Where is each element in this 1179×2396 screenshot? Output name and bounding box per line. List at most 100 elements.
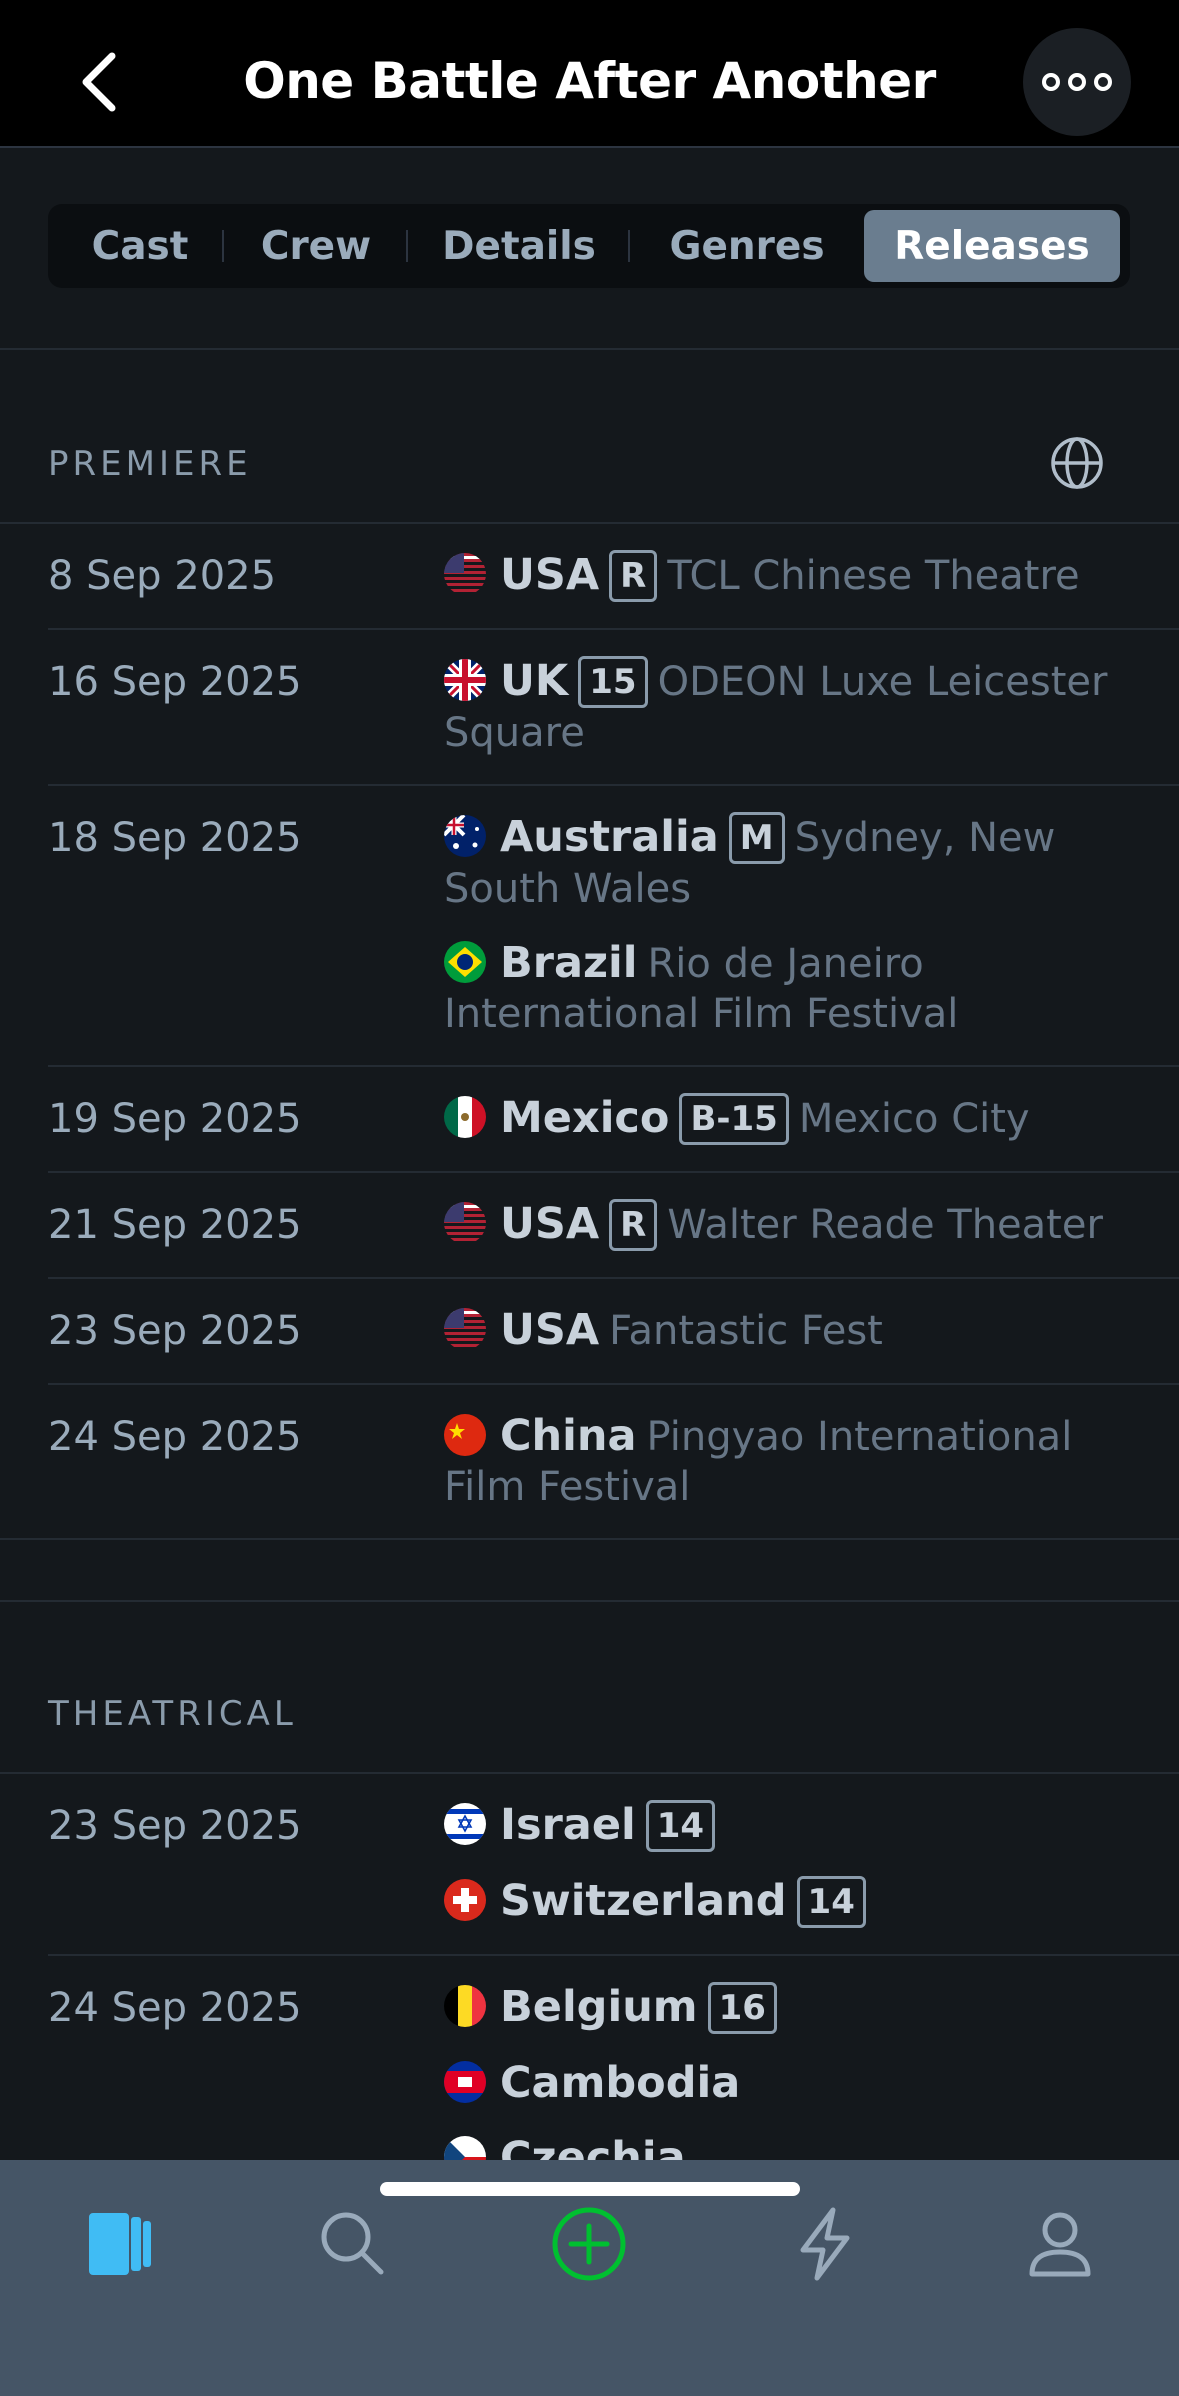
release-row: 19 Sep 2025 Mexico B-15 Mexico City	[48, 1067, 1179, 1173]
tab-genres[interactable]: Genres	[630, 210, 864, 282]
nav-search[interactable]	[303, 2194, 403, 2294]
release-note: TCL Chinese Theatre	[667, 553, 1080, 599]
release-entries: UK 15 ODEON Luxe Leicester Square	[444, 656, 1179, 758]
flag-china-icon	[444, 1414, 486, 1456]
release-entries: Australia M Sydney, New South Wales Brazil R…	[444, 812, 1179, 1039]
certification-badge: R	[609, 1199, 658, 1251]
release-entry[interactable]: USA R Walter Reade Theater	[444, 1199, 1119, 1251]
flag-usa-icon	[444, 1308, 486, 1350]
release-date: 18 Sep 2025	[48, 815, 302, 861]
release-entry[interactable]: Mexico B-15 Mexico City	[444, 1093, 1119, 1145]
nav-add[interactable]	[539, 2194, 639, 2294]
release-date: 24 Sep 2025	[48, 1985, 302, 2031]
flag-switzerland-icon	[444, 1879, 486, 1921]
release-entry[interactable]: USA Fantastic Fest	[444, 1305, 1119, 1356]
country-name: Israel	[500, 1800, 636, 1850]
theatrical-rows: 23 Sep 2025 Israel 14 Switzerland 14 24 Sep 2…	[0, 1774, 1179, 2212]
release-entry[interactable]: Brazil Rio de Janeiro International Film …	[444, 938, 1119, 1039]
section-label: THEATRICAL	[48, 1694, 297, 1734]
more-dot	[1094, 73, 1112, 91]
more-dots-icon	[1042, 73, 1060, 91]
release-row: 21 Sep 2025 USA R Walter Reade Theater	[48, 1173, 1179, 1279]
premiere-section-header: PREMIERE	[0, 352, 1179, 524]
country-name: China	[500, 1411, 637, 1461]
release-date: 21 Sep 2025	[48, 1202, 302, 1248]
certification-badge: 14	[796, 1876, 866, 1928]
flag-cambodia-icon	[444, 2061, 486, 2103]
certification-badge: R	[609, 550, 658, 602]
back-button[interactable]	[70, 50, 130, 114]
nav-profile[interactable]	[1010, 2194, 1110, 2294]
country-name: Mexico	[500, 1093, 670, 1143]
flag-israel-icon	[444, 1803, 486, 1845]
release-note: Fantastic Fest	[609, 1308, 883, 1354]
release-entries: USA Fantastic Fest	[444, 1305, 1179, 1357]
nav-films[interactable]	[68, 2194, 168, 2294]
search-icon	[321, 2212, 384, 2275]
release-entry[interactable]: Cambodia	[444, 2058, 1119, 2109]
release-entries: Belgium 16 Cambodia Czechia	[444, 1982, 1179, 2184]
release-entry[interactable]: China Pingyao International Film Festival	[444, 1411, 1119, 1512]
flag-brazil-icon	[444, 941, 486, 983]
release-entry[interactable]: Australia M Sydney, New South Wales	[444, 812, 1119, 914]
theatrical-section-header: THEATRICAL	[0, 1600, 1179, 1774]
country-name: Belgium	[500, 1982, 698, 2032]
country-name: USA	[500, 1305, 600, 1355]
tab-crew[interactable]: Crew	[224, 210, 408, 282]
globe-icon[interactable]	[1050, 436, 1104, 490]
flag-mexico-icon	[444, 1096, 486, 1138]
release-date: 23 Sep 2025	[48, 1803, 302, 1849]
release-date: 19 Sep 2025	[48, 1096, 302, 1142]
release-note: Mexico City	[798, 1096, 1030, 1142]
release-row: 18 Sep 2025 Australia M Sydney, New South W…	[48, 786, 1179, 1067]
release-date: 16 Sep 2025	[48, 659, 302, 705]
flag-usa-icon	[444, 1202, 486, 1244]
certification-badge: B-15	[679, 1093, 789, 1145]
country-name: Switzerland	[500, 1876, 787, 1926]
release-entries: Mexico B-15 Mexico City	[444, 1093, 1179, 1145]
country-name: USA	[500, 550, 600, 600]
country-name: UK	[500, 656, 569, 706]
more-options-button[interactable]	[1023, 28, 1131, 136]
flag-australia-icon	[444, 815, 486, 857]
chevron-left-icon	[82, 52, 116, 112]
tabs-section: Cast Crew Details Genres Releases	[0, 150, 1179, 350]
home-indicator[interactable]	[380, 2182, 800, 2196]
films-icon	[89, 2213, 151, 2275]
certification-badge: M	[728, 812, 785, 864]
release-entries: USA R Walter Reade Theater	[444, 1199, 1179, 1251]
section-label: PREMIERE	[48, 444, 252, 484]
more-dot	[1068, 73, 1086, 91]
certification-badge: 16	[707, 1982, 777, 2034]
premiere-rows: 8 Sep 2025 USA R TCL Chinese Theatre 16 Sep …	[0, 524, 1179, 1540]
profile-icon	[1029, 2212, 1091, 2277]
release-entry[interactable]: Israel 14	[444, 1800, 1119, 1852]
release-date: 8 Sep 2025	[48, 553, 277, 599]
flag-usa-icon	[444, 553, 486, 595]
release-entry[interactable]: Belgium 16	[444, 1982, 1119, 2034]
page-title: One Battle After Another	[243, 52, 936, 110]
release-entries: China Pingyao International Film Festival	[444, 1411, 1179, 1512]
release-row: 8 Sep 2025 USA R TCL Chinese Theatre	[48, 524, 1179, 630]
top-bar: One Battle After Another	[0, 0, 1179, 148]
flag-uk-icon	[444, 659, 486, 701]
country-name: Australia	[500, 812, 719, 862]
release-note: Walter Reade Theater	[667, 1202, 1103, 1248]
release-entry[interactable]: Switzerland 14	[444, 1876, 1119, 1928]
flag-belgium-icon	[444, 1985, 486, 2027]
release-entry[interactable]: UK 15 ODEON Luxe Leicester Square	[444, 656, 1119, 758]
tab-cast[interactable]: Cast	[56, 210, 224, 282]
tab-releases[interactable]: Releases	[864, 210, 1120, 282]
release-row: 16 Sep 2025 UK 15 ODEON Luxe Leicester Squa…	[48, 630, 1179, 786]
activity-icon	[800, 2207, 850, 2281]
country-name: USA	[500, 1199, 600, 1249]
tab-details[interactable]: Details	[408, 210, 630, 282]
release-row: 23 Sep 2025 Israel 14 Switzerland 14	[48, 1774, 1179, 1956]
release-entries: USA R TCL Chinese Theatre	[444, 550, 1179, 602]
certification-badge: 14	[645, 1800, 716, 1852]
add-icon	[552, 2207, 626, 2281]
release-date: 24 Sep 2025	[48, 1414, 302, 1460]
release-entry[interactable]: USA R TCL Chinese Theatre	[444, 550, 1119, 602]
nav-activity[interactable]	[775, 2194, 875, 2294]
tab-bar: Cast Crew Details Genres Releases	[48, 204, 1130, 288]
